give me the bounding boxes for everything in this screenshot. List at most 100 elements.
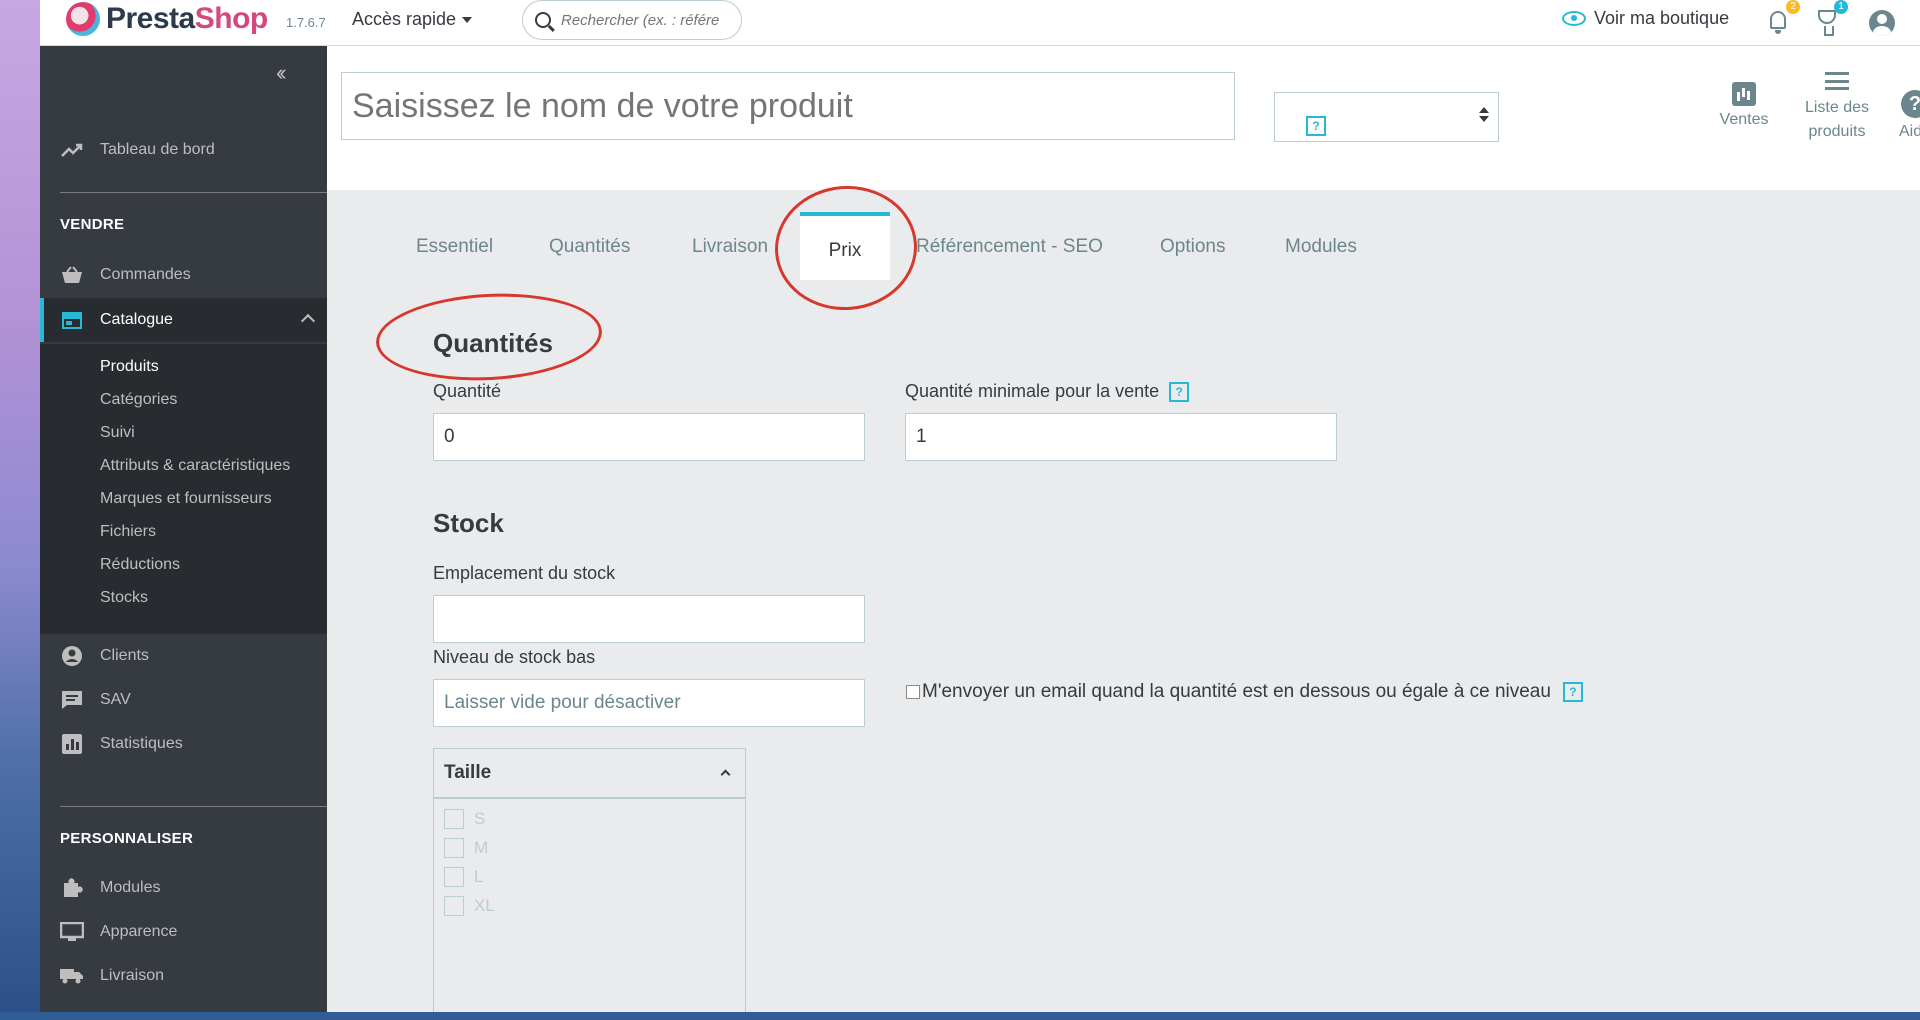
list-icon — [1825, 72, 1849, 90]
help-icon[interactable]: ? — [1306, 116, 1326, 136]
help-icon[interactable]: ? — [1169, 381, 1190, 402]
view-shop-label: Voir ma boutique — [1594, 8, 1730, 28]
stock-location-input[interactable] — [433, 595, 865, 643]
email-alert-label: M'envoyer un email quand la quantité est… — [922, 681, 1551, 702]
attribute-option-s[interactable]: S — [444, 809, 485, 829]
attribute-panel: Taille S M L XL — [433, 748, 746, 1012]
sidebar-item-label: Statistiques — [100, 735, 183, 752]
attribute-group-name: Taille — [444, 762, 492, 783]
help-label: Aide — [1898, 123, 1920, 140]
attribute-checkbox[interactable] — [444, 867, 464, 887]
sidebar-item-customers[interactable]: Clients — [40, 636, 327, 676]
product-list-button[interactable]: Liste des produits — [1795, 72, 1879, 144]
submenu-item-attributes[interactable]: Attributs & caractéristiques — [100, 457, 290, 475]
sidebar-item-stats[interactable]: Statistiques — [40, 724, 327, 764]
min-quantity-input[interactable] — [905, 413, 1337, 461]
product-type-select[interactable]: ? — [1274, 92, 1499, 142]
sales-button[interactable]: Ventes — [1714, 82, 1774, 132]
tab-quantites[interactable]: Quantités — [549, 236, 630, 258]
sidebar-item-sav[interactable]: SAV — [40, 680, 327, 720]
sidebar: ‹‹ Tableau de bord VENDRE Commandes Cata… — [40, 46, 327, 1012]
annotation-circle-quantites — [373, 288, 605, 386]
puffin-logo-icon — [66, 2, 100, 36]
submenu-item-tracking[interactable]: Suivi — [100, 424, 135, 442]
question-circle-icon: ? — [1901, 90, 1920, 118]
view-shop-link[interactable]: Voir ma boutique — [1562, 8, 1729, 29]
top-header: PrestaShop 1.7.6.7 Accès rapide Voir ma … — [40, 0, 1920, 46]
search-box[interactable] — [522, 0, 742, 40]
email-alert-checkbox[interactable] — [906, 685, 920, 699]
submenu-item-stocks[interactable]: Stocks — [100, 589, 148, 607]
quick-access-label: Accès rapide — [352, 9, 457, 29]
basket-icon — [60, 264, 84, 286]
notifications-button[interactable]: 2 — [1764, 0, 1800, 38]
store-icon — [60, 309, 84, 331]
attribute-option-m[interactable]: M — [444, 838, 488, 858]
product-list-label-line2: produits — [1808, 123, 1866, 140]
bar-chart-icon — [1732, 82, 1756, 106]
low-stock-label: Niveau de stock bas — [433, 647, 596, 667]
sidebar-item-label: Livraison — [100, 967, 165, 984]
sidebar-item-appearance[interactable]: Apparence — [40, 912, 327, 952]
submenu-item-discounts[interactable]: Réductions — [100, 556, 180, 574]
desktop-taskbar-edge — [0, 1012, 1920, 1020]
sidebar-section-sell: VENDRE — [60, 216, 125, 233]
product-list-label-line1: Liste des — [1804, 99, 1870, 116]
attribute-option-l[interactable]: L — [444, 867, 483, 887]
annotation-circle-prix — [770, 181, 922, 315]
help-icon[interactable]: ? — [1562, 682, 1583, 702]
monitor-icon — [60, 921, 84, 943]
tab-options[interactable]: Options — [1160, 236, 1225, 258]
collapse-sidebar-icon[interactable]: ‹‹ — [276, 60, 286, 86]
sidebar-divider — [60, 806, 327, 807]
account-menu-button[interactable] — [1866, 6, 1896, 38]
product-name-input[interactable] — [341, 72, 1235, 140]
caret-up-icon[interactable] — [720, 769, 731, 780]
notifications-badge: 2 — [1786, 0, 1800, 14]
version-number: 1.7.6.7 — [286, 15, 326, 30]
attribute-checkbox[interactable] — [444, 809, 464, 829]
low-stock-input[interactable] — [433, 679, 865, 727]
submenu-item-products[interactable]: Produits — [100, 358, 159, 376]
tab-seo[interactable]: Référencement - SEO — [916, 236, 1103, 258]
quantity-label: Quantité — [433, 381, 502, 401]
sidebar-divider — [60, 192, 327, 193]
tab-essentiel[interactable]: Essentiel — [416, 236, 493, 258]
logo-text: PrestaShop — [106, 2, 268, 35]
quick-access-menu[interactable]: Accès rapide — [352, 9, 473, 30]
sidebar-item-dashboard[interactable]: Tableau de bord — [40, 130, 327, 170]
puzzle-icon — [60, 877, 84, 899]
prestashop-window: PrestaShop 1.7.6.7 Accès rapide Voir ma … — [40, 0, 1920, 1012]
help-button[interactable]: ? Aide — [1895, 90, 1920, 144]
chat-icon — [60, 689, 84, 711]
search-icon[interactable] — [535, 12, 551, 28]
submenu-item-brands[interactable]: Marques et fournisseurs — [100, 490, 272, 508]
sidebar-item-modules[interactable]: Modules — [40, 868, 327, 908]
bell-icon — [1770, 11, 1786, 34]
attribute-checkbox[interactable] — [444, 838, 464, 858]
bar-chart-icon — [60, 733, 84, 755]
sidebar-item-orders[interactable]: Commandes — [40, 255, 327, 295]
desktop-background — [0, 0, 40, 1020]
submenu-item-categories[interactable]: Catégories — [100, 391, 177, 409]
quantity-input[interactable] — [433, 413, 865, 461]
product-header: ? Ventes Liste des produits ? Aide — [327, 46, 1920, 190]
sidebar-item-catalog[interactable]: Catalogue — [40, 298, 327, 342]
sidebar-item-label: Commandes — [100, 266, 191, 283]
email-alert-row: M'envoyer un email quand la quantité est… — [906, 681, 1583, 703]
stock-heading: Stock — [433, 508, 504, 538]
sidebar-item-label: Catalogue — [100, 311, 173, 328]
sales-label: Ventes — [1719, 111, 1769, 128]
submenu-item-files[interactable]: Fichiers — [100, 523, 156, 541]
tab-modules[interactable]: Modules — [1285, 236, 1357, 258]
attribute-panel-header[interactable]: Taille — [434, 749, 745, 799]
prestashop-logo[interactable]: PrestaShop — [66, 2, 268, 36]
tab-livraison[interactable]: Livraison — [692, 236, 768, 258]
employee-trophy-button[interactable]: 1 — [1812, 0, 1848, 38]
stock-location-label: Emplacement du stock — [433, 563, 616, 583]
sidebar-item-label: SAV — [100, 691, 131, 708]
sidebar-item-shipping[interactable]: Livraison — [40, 956, 327, 996]
attribute-option-xl[interactable]: XL — [444, 896, 495, 916]
search-input[interactable] — [561, 11, 731, 29]
attribute-checkbox[interactable] — [444, 896, 464, 916]
